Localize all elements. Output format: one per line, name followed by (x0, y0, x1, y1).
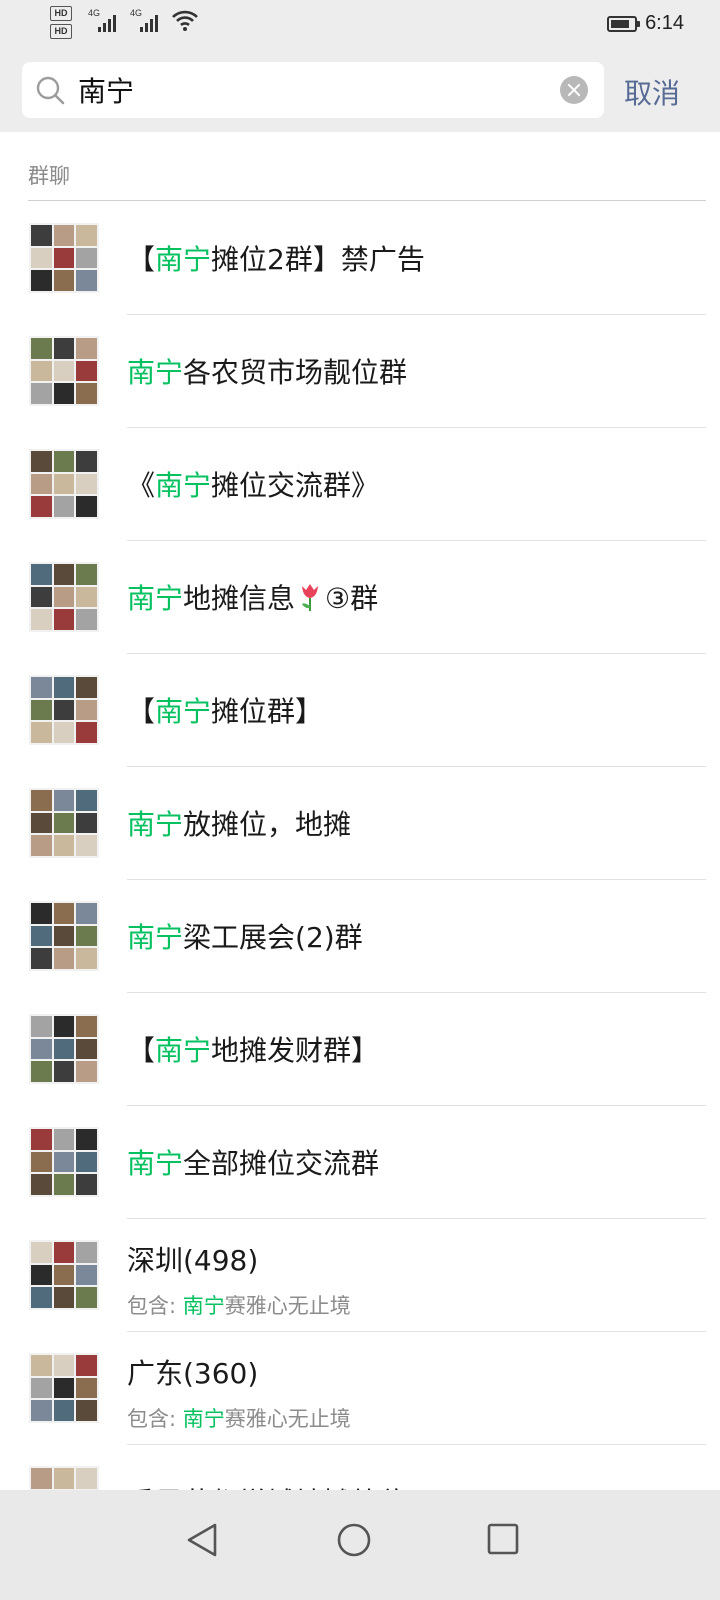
group-avatar (29, 1353, 99, 1423)
title-suffix-2: ③群 (325, 582, 379, 615)
title-keyword-highlight: 南宁 (127, 356, 184, 389)
chat-result-row[interactable]: 南宁放摊位，地摊 (0, 767, 720, 880)
chat-result-row[interactable]: 【南宁摊位群】 (0, 654, 720, 767)
title-keyword-highlight: 南宁 (155, 695, 212, 728)
chat-title: 南宁放摊位，地摊 (127, 803, 351, 843)
member-text: 赛雅心无止境 (224, 1407, 351, 1431)
signal-icon (98, 12, 122, 32)
search-box[interactable] (22, 62, 604, 118)
hd-badge-1: HD (50, 6, 72, 21)
chat-title-text: 深圳(498) (127, 1244, 259, 1277)
title-keyword-highlight: 南宁 (155, 243, 212, 276)
section-divider (28, 200, 706, 201)
member-text: 包含: (127, 1294, 183, 1318)
home-circle-icon[interactable] (336, 1522, 372, 1558)
system-navigation-bar (0, 1490, 720, 1600)
cancel-button[interactable]: 取消 (624, 72, 680, 112)
title-keyword-highlight: 南宁 (127, 808, 184, 841)
chat-result-row[interactable]: 深圳(498) 包含: 南宁赛雅心无止境 (0, 1219, 720, 1332)
title-prefix: 【 (127, 243, 156, 276)
battery-icon (607, 15, 641, 32)
search-input[interactable] (78, 72, 548, 108)
title-keyword-highlight: 南宁 (155, 1034, 212, 1067)
group-avatar (29, 901, 99, 971)
chat-title: 【南宁地摊发财群】 (127, 1029, 379, 1069)
chat-result-row[interactable]: 南宁地摊信息 ③群 (0, 541, 720, 654)
chat-result-row[interactable]: 南宁各农贸市场靓位群 (0, 315, 720, 428)
signal-icon-2 (140, 12, 164, 32)
group-avatar (29, 1127, 99, 1197)
matched-member: 包含: 南宁赛雅心无止境 (127, 1290, 351, 1320)
status-right: 6:14 (607, 12, 684, 35)
chat-result-row[interactable]: 《南宁摊位交流群》 (0, 428, 720, 541)
clock: 6:14 (645, 12, 684, 34)
group-avatar (29, 788, 99, 858)
chat-title: 南宁全部摊位交流群 (127, 1142, 379, 1182)
title-prefix: 【 (127, 1034, 156, 1067)
title-keyword-highlight: 南宁 (127, 921, 184, 954)
section-label-group-chats: 群聊 (28, 164, 70, 188)
title-suffix: 地摊信息 (183, 582, 296, 615)
group-avatar (29, 562, 99, 632)
chat-title: 《南宁摊位交流群》 (127, 464, 379, 504)
clear-search-icon[interactable] (560, 76, 588, 104)
group-avatar (29, 1240, 99, 1310)
search-header: 取消 (0, 50, 720, 132)
hd-badge-2: HD (50, 24, 72, 39)
title-suffix: 摊位群】 (211, 695, 324, 728)
title-suffix: 地摊发财群】 (211, 1034, 380, 1067)
title-keyword-highlight: 南宁 (155, 469, 212, 502)
recents-square-icon[interactable] (486, 1522, 520, 1556)
member-text: 赛雅心无止境 (224, 1294, 351, 1318)
title-suffix: 全部摊位交流群 (183, 1147, 380, 1180)
chat-result-row[interactable]: 南宁全部摊位交流群 (0, 1106, 720, 1219)
chat-result-row[interactable]: 【南宁地摊发财群】 (0, 993, 720, 1106)
title-prefix: 《 (127, 469, 156, 502)
matched-member: 包含: 南宁赛雅心无止境 (127, 1403, 351, 1433)
group-avatar (29, 675, 99, 745)
chat-title: 南宁各农贸市场靓位群 (127, 351, 407, 391)
status-bar: HD HD 4G 4G 6:14 (0, 0, 720, 50)
chat-title: 广东(360) (127, 1352, 258, 1392)
chat-result-row[interactable]: 南宁梁工展会(2)群 (0, 880, 720, 993)
chat-result-row[interactable]: 【南宁摊位2群】禁广告 (0, 202, 720, 315)
chat-title-text: 广东(360) (127, 1357, 259, 1390)
chat-title: 南宁梁工展会(2)群 (127, 916, 363, 956)
chat-result-row[interactable]: 广东(360) 包含: 南宁赛雅心无止境 (0, 1332, 720, 1445)
title-keyword-highlight: 南宁 (127, 582, 184, 615)
sim-indicators: HD HD (50, 6, 72, 42)
title-keyword-highlight: 南宁 (127, 1147, 184, 1180)
chat-title: 深圳(498) (127, 1239, 258, 1279)
group-avatar (29, 1014, 99, 1084)
chat-title: 【南宁摊位群】 (127, 690, 323, 730)
member-keyword-highlight: 南宁 (182, 1407, 225, 1431)
title-suffix: 梁工展会(2)群 (183, 921, 363, 954)
chat-title: 南宁地摊信息 ③群 (127, 577, 378, 617)
back-triangle-icon[interactable] (185, 1522, 219, 1558)
title-suffix: 摊位交流群》 (211, 469, 380, 502)
group-avatar (29, 449, 99, 519)
title-prefix: 【 (127, 695, 156, 728)
chat-title: 【南宁摊位2群】禁广告 (127, 238, 425, 278)
wifi-icon (172, 10, 198, 31)
title-suffix: 各农贸市场靓位群 (183, 356, 408, 389)
member-keyword-highlight: 南宁 (182, 1294, 225, 1318)
title-suffix: 摊位2群】禁广告 (211, 243, 425, 276)
member-text: 包含: (127, 1407, 183, 1431)
tulip-emoji-icon (302, 584, 319, 611)
group-avatar (29, 336, 99, 406)
search-results-list: 【南宁摊位2群】禁广告 南宁各农贸市场靓位群 《南宁摊位交流群》 南宁地摊信息 ③群 【南… (0, 202, 720, 1558)
search-icon (36, 76, 65, 105)
title-suffix: 放摊位，地摊 (183, 808, 352, 841)
group-avatar (29, 223, 99, 293)
